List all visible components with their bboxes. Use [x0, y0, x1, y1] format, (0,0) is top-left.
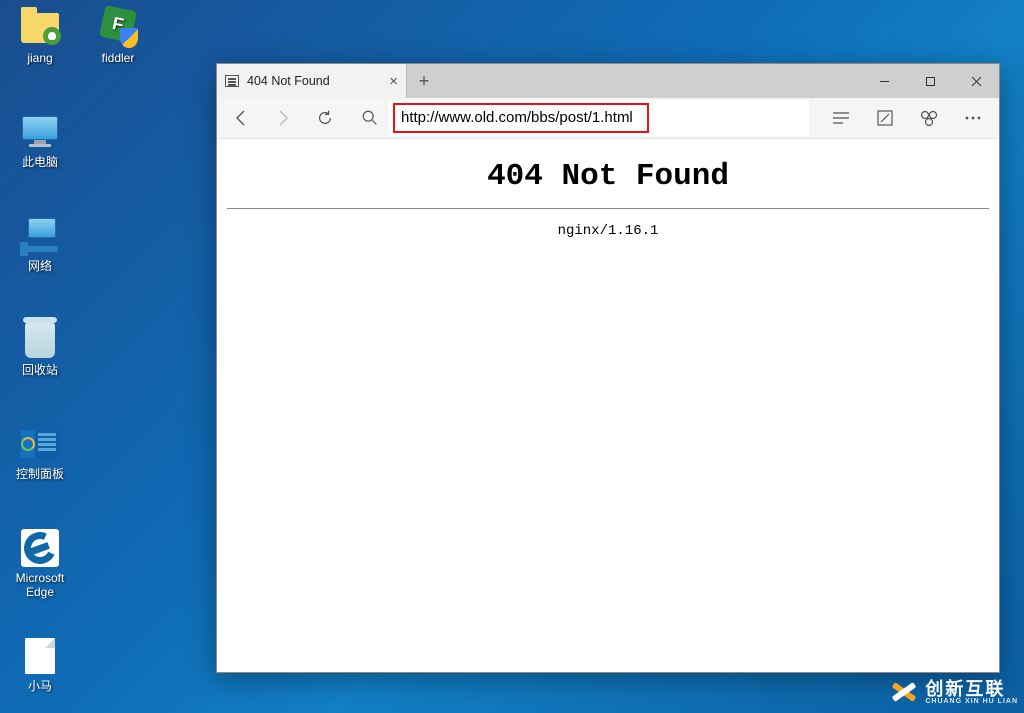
page-viewport: 404 Not Found nginx/1.16.1	[217, 139, 999, 672]
search-icon[interactable]	[355, 109, 385, 127]
address-bar[interactable]	[389, 100, 809, 136]
desktop-icon-file-xiaoma[interactable]: 小马	[2, 636, 78, 694]
desktop-icon-edge[interactable]: Microsoft Edge	[2, 528, 78, 600]
tab-close-button[interactable]: ×	[389, 74, 398, 89]
desktop-icon-label: 回收站	[22, 364, 58, 378]
desktop-icon-fiddler[interactable]: F fiddler	[80, 8, 156, 66]
tab-bar: 404 Not Found × +	[217, 64, 999, 98]
desktop-icon-label: 此电脑	[22, 156, 58, 170]
forward-button[interactable]	[263, 98, 303, 138]
reading-list-button[interactable]	[819, 98, 863, 138]
recycle-bin-icon	[20, 320, 60, 360]
desktop-icon-network[interactable]: 网络	[2, 216, 78, 274]
watermark-logo-icon	[889, 677, 919, 707]
fiddler-icon: F	[98, 8, 138, 48]
desktop-icon-label: 控制面板	[16, 468, 64, 482]
refresh-button[interactable]	[305, 98, 345, 138]
url-highlight-annotation	[393, 103, 649, 133]
tab-title: 404 Not Found	[247, 74, 330, 88]
desktop-icon-label: Microsoft Edge	[2, 572, 78, 600]
desktop-icon-label: 小马	[28, 680, 52, 694]
back-button[interactable]	[221, 98, 261, 138]
notes-button[interactable]	[863, 98, 907, 138]
desktop-icon-folder-jiang[interactable]: jiang	[2, 8, 78, 66]
watermark-text: 创新互联	[925, 680, 1018, 698]
url-input[interactable]	[401, 109, 641, 126]
pc-icon	[20, 112, 60, 152]
network-icon	[20, 216, 60, 256]
desktop-icon-label: fiddler	[102, 52, 135, 66]
file-icon	[20, 636, 60, 676]
close-window-button[interactable]	[953, 64, 999, 98]
edge-icon	[20, 528, 60, 568]
desktop-icon-recycle-bin[interactable]: 回收站	[2, 320, 78, 378]
maximize-button[interactable]	[907, 64, 953, 98]
browser-toolbar	[217, 98, 999, 139]
minimize-button[interactable]	[861, 64, 907, 98]
control-panel-icon	[20, 424, 60, 464]
watermark-subtext: CHUANG XIN HU LIAN	[925, 698, 1018, 705]
error-server-line: nginx/1.16.1	[217, 223, 999, 239]
window-controls	[861, 64, 999, 98]
error-heading: 404 Not Found	[217, 159, 999, 194]
more-button[interactable]	[951, 98, 995, 138]
browser-window: 404 Not Found × +	[216, 63, 1000, 673]
watermark: 创新互联 CHUANG XIN HU LIAN	[889, 677, 1018, 707]
desktop-icon-label: jiang	[27, 52, 52, 66]
error-divider	[227, 208, 989, 209]
new-tab-button[interactable]: +	[407, 64, 441, 98]
desktop-icon-label: 网络	[28, 260, 52, 274]
share-button[interactable]	[907, 98, 951, 138]
desktop-icon-control-panel[interactable]: 控制面板	[2, 424, 78, 482]
tab-active[interactable]: 404 Not Found ×	[217, 64, 407, 98]
page-icon	[225, 75, 239, 87]
desktop-icon-this-pc[interactable]: 此电脑	[2, 112, 78, 170]
folder-user-icon	[20, 8, 60, 48]
